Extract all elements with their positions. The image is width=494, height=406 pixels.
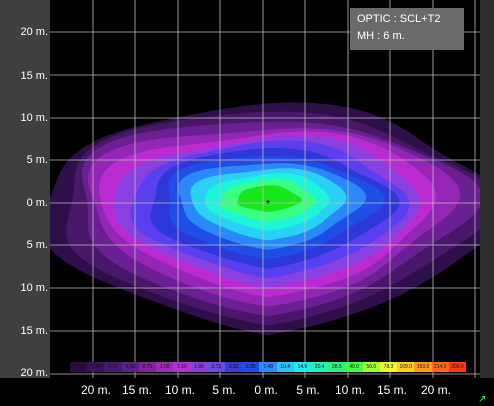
isolux-chart — [50, 0, 480, 378]
x-axis-label: 15 m. — [121, 383, 152, 397]
legend-cell: 3.82 — [224, 362, 243, 372]
y-axis-label: 20 m. — [20, 367, 48, 379]
y-axis-label: 10 m. — [20, 282, 48, 294]
color-legend: 0.10 0.20 0.30 0.50 0.75 1.00 1.50 1.95 2.73 3.82… — [70, 362, 467, 372]
mounting-height-label: MH : 6 m. — [357, 30, 405, 42]
isolux-plot-area — [50, 0, 480, 378]
legend-cell: 109.0 — [397, 362, 415, 372]
legend-cell: 0.75 — [138, 362, 157, 372]
legend-cell: 0.30 — [104, 362, 122, 372]
legend-cell: 5.35 — [242, 362, 260, 372]
y-axis-label: 20 m. — [20, 26, 48, 38]
legend-cell: 0.10 — [70, 362, 88, 372]
legend-cell: 7.48 — [259, 362, 277, 372]
legend-cell: 78.3 — [379, 362, 398, 372]
right-edge-panel — [480, 0, 494, 406]
legend-cell: 0.20 — [87, 362, 105, 372]
x-axis-label: 10 m. — [164, 383, 195, 397]
y-axis-label: 5 m. — [26, 239, 48, 251]
optic-label: OPTIC : SCL+T2 — [357, 13, 441, 25]
x-axis-label: 20 m. — [80, 383, 111, 397]
legend-cell: 20.4 — [311, 362, 329, 372]
x-axis-label: 20 m. — [420, 383, 451, 397]
x-axis-label: 5 m. — [296, 383, 320, 397]
legend-cell: 28.5 — [328, 362, 346, 372]
y-axis-label: 0 m. — [26, 197, 48, 209]
legend-cell: 1.95 — [190, 362, 208, 372]
legend-cell: 2.73 — [207, 362, 225, 372]
y-axis-label: 15 m. — [20, 70, 48, 82]
y-axis-label: 10 m. — [20, 112, 48, 124]
legend-cell: 300.0 — [448, 362, 467, 372]
x-axis-label: 5 m. — [212, 383, 236, 397]
legend-cell: 56.0 — [362, 362, 380, 372]
legend-cell: 1.00 — [156, 362, 174, 372]
y-axis-label: 5 m. — [26, 154, 48, 166]
legend-cell: 40.0 — [345, 362, 363, 372]
x-axis-label: 0 m. — [254, 383, 278, 397]
optic-info-box: OPTIC : SCL+T2 MH : 6 m. — [350, 8, 464, 50]
legend-cell: 214.0 — [431, 362, 449, 372]
corner-axis-icon: ↗ — [478, 394, 487, 405]
legend-cell: 0.50 — [121, 362, 139, 372]
legend-cell: 10.4 — [276, 362, 294, 372]
x-axis-label: 10 m. — [334, 383, 365, 397]
legend-cell: 153.0 — [414, 362, 432, 372]
photometric-plot-view: 20 m. 15 m. 10 m. 5 m. 0 m. 5 m. 10 m. 1… — [0, 0, 494, 406]
legend-cell: 1.50 — [173, 362, 191, 372]
x-axis-label: 15 m. — [376, 383, 407, 397]
y-axis-label: 15 m. — [20, 325, 48, 337]
legend-cell: 14.6 — [293, 362, 312, 372]
